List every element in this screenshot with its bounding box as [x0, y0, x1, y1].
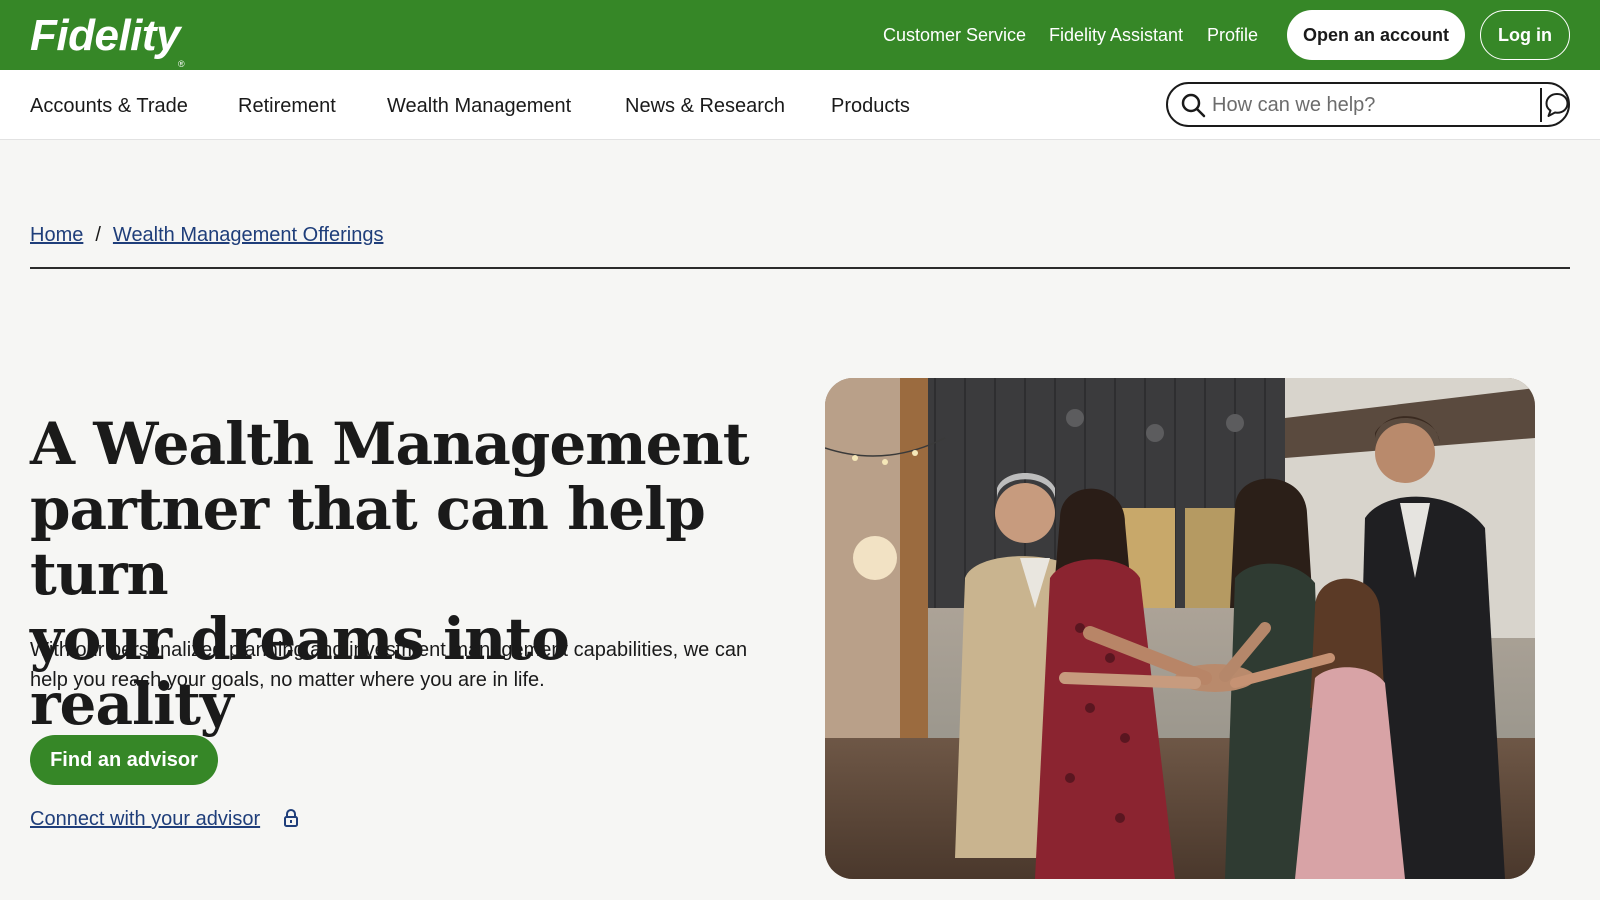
- nav-item-products[interactable]: Products: [831, 94, 910, 118]
- fidelity-logo[interactable]: Fidelity®: [30, 11, 186, 70]
- find-advisor-button[interactable]: Find an advisor: [30, 735, 218, 785]
- title-line-2: partner that can help turn: [30, 475, 706, 608]
- nav-item-accounts-trade[interactable]: Accounts & Trade: [30, 94, 188, 118]
- search-box: [1166, 82, 1570, 127]
- lock-icon: [284, 808, 298, 827]
- logo-registered-mark: ®: [178, 59, 185, 69]
- breadcrumb-home-link[interactable]: Home: [30, 224, 83, 246]
- breadcrumb-separator: /: [95, 224, 101, 246]
- search-input[interactable]: [1212, 90, 1512, 120]
- logo-text: Fidelity: [30, 11, 181, 60]
- customer-service-link[interactable]: Customer Service: [883, 24, 1026, 46]
- breadcrumb-divider: [30, 267, 1570, 269]
- chat-bubble-icon[interactable]: [1544, 91, 1570, 119]
- main-nav: Accounts & Trade Retirement Wealth Manag…: [0, 70, 1600, 140]
- photo-illustration: [825, 378, 1535, 879]
- breadcrumb-current-link[interactable]: Wealth Management Offerings: [113, 224, 384, 246]
- connect-advisor-link[interactable]: Connect with your advisor: [30, 806, 260, 832]
- search-divider: [1540, 88, 1542, 122]
- search-icon[interactable]: [1180, 92, 1206, 118]
- nav-item-retirement[interactable]: Retirement: [238, 94, 336, 118]
- hero-description: With our personalized planning and inves…: [30, 639, 748, 691]
- profile-link[interactable]: Profile: [1207, 24, 1258, 46]
- nav-item-news-research[interactable]: News & Research: [625, 94, 785, 118]
- family-celebration-photo: [825, 378, 1535, 879]
- open-account-button[interactable]: Open an account: [1287, 10, 1465, 60]
- breadcrumb: Home / Wealth Management Offerings: [30, 222, 383, 248]
- top-header: Fidelity® Customer Service Fidelity Assi…: [0, 0, 1600, 70]
- login-button[interactable]: Log in: [1480, 10, 1570, 60]
- fidelity-assistant-link[interactable]: Fidelity Assistant: [1049, 24, 1183, 46]
- nav-item-wealth-management[interactable]: Wealth Management: [387, 94, 571, 118]
- title-line-1: A Wealth Management: [30, 410, 750, 478]
